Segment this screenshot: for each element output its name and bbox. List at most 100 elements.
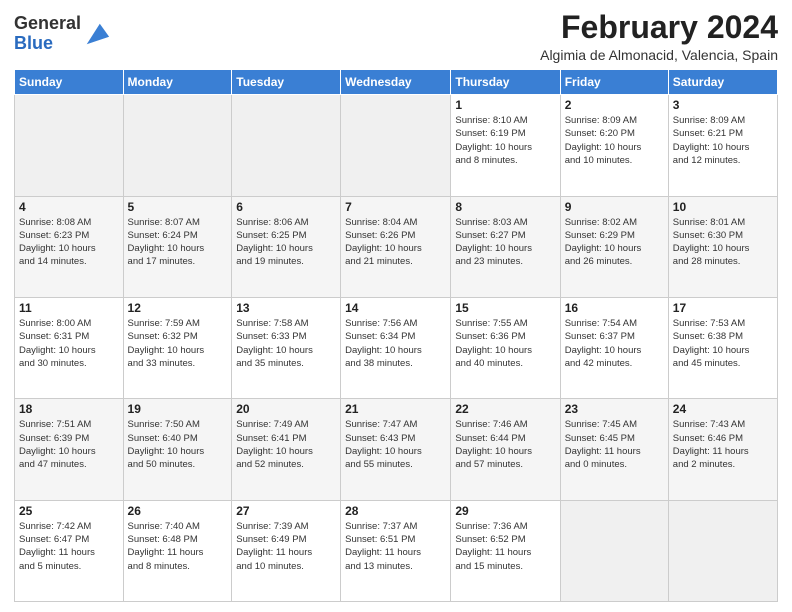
day-number: 7 [345, 200, 446, 214]
day-info: Sunrise: 7:46 AM Sunset: 6:44 PM Dayligh… [455, 418, 555, 471]
col-saturday: Saturday [668, 70, 777, 95]
col-friday: Friday [560, 70, 668, 95]
day-info: Sunrise: 7:37 AM Sunset: 6:51 PM Dayligh… [345, 520, 446, 573]
calendar-cell: 24 Sunrise: 7:43 AM Sunset: 6:46 PM Dayli… [668, 399, 777, 500]
day-number: 15 [455, 301, 555, 315]
day-info: Sunrise: 7:36 AM Sunset: 6:52 PM Dayligh… [455, 520, 555, 573]
calendar-cell [232, 95, 341, 196]
day-number: 12 [128, 301, 228, 315]
day-info: Sunrise: 7:50 AM Sunset: 6:40 PM Dayligh… [128, 418, 228, 471]
calendar-table: Sunday Monday Tuesday Wednesday Thursday… [14, 69, 778, 602]
day-info: Sunrise: 8:00 AM Sunset: 6:31 PM Dayligh… [19, 317, 119, 370]
col-tuesday: Tuesday [232, 70, 341, 95]
calendar-cell: 23Sunrise: 7:45 AM Sunset: 6:45 PM Dayli… [560, 399, 668, 500]
day-number: 5 [128, 200, 228, 214]
calendar-cell: 13 Sunrise: 7:58 AM Sunset: 6:33 PM Dayli… [232, 297, 341, 398]
calendar-cell: 3 Sunrise: 8:09 AM Sunset: 6:21 PM Daylig… [668, 95, 777, 196]
calendar-cell: 22 Sunrise: 7:46 AM Sunset: 6:44 PM Dayli… [451, 399, 560, 500]
day-number: 20 [236, 402, 336, 416]
calendar-cell: 28Sunrise: 7:37 AM Sunset: 6:51 PM Dayli… [341, 500, 451, 601]
calendar-cell: 17 Sunrise: 7:53 AM Sunset: 6:38 PM Dayli… [668, 297, 777, 398]
day-info: Sunrise: 7:53 AM Sunset: 6:38 PM Dayligh… [673, 317, 773, 370]
calendar-cell: 8 Sunrise: 8:03 AM Sunset: 6:27 PM Daylig… [451, 196, 560, 297]
day-info: Sunrise: 7:55 AM Sunset: 6:36 PM Dayligh… [455, 317, 555, 370]
day-number: 14 [345, 301, 446, 315]
calendar-header-row: Sunday Monday Tuesday Wednesday Thursday… [15, 70, 778, 95]
day-info: Sunrise: 7:43 AM Sunset: 6:46 PM Dayligh… [673, 418, 773, 471]
day-number: 1 [455, 98, 555, 112]
day-number: 16 [565, 301, 664, 315]
calendar-cell: 5 Sunrise: 8:07 AM Sunset: 6:24 PM Daylig… [123, 196, 232, 297]
day-number: 19 [128, 402, 228, 416]
calendar-cell: 16 Sunrise: 7:54 AM Sunset: 6:37 PM Dayli… [560, 297, 668, 398]
day-info: Sunrise: 8:02 AM Sunset: 6:29 PM Dayligh… [565, 216, 664, 269]
calendar-cell: 11Sunrise: 8:00 AM Sunset: 6:31 PM Dayli… [15, 297, 124, 398]
day-number: 3 [673, 98, 773, 112]
calendar-cell [15, 95, 124, 196]
day-info: Sunrise: 7:51 AM Sunset: 6:39 PM Dayligh… [19, 418, 119, 471]
title-block: February 2024 Algimia de Almonacid, Vale… [540, 10, 778, 63]
day-info: Sunrise: 7:47 AM Sunset: 6:43 PM Dayligh… [345, 418, 446, 471]
calendar-cell: 27Sunrise: 7:39 AM Sunset: 6:49 PM Dayli… [232, 500, 341, 601]
logo-text: General Blue [14, 14, 81, 54]
calendar-cell: 2 Sunrise: 8:09 AM Sunset: 6:20 PM Daylig… [560, 95, 668, 196]
calendar-cell: 25 Sunrise: 7:42 AM Sunset: 6:47 PM Dayli… [15, 500, 124, 601]
calendar-cell: 26 Sunrise: 7:40 AM Sunset: 6:48 PM Dayli… [123, 500, 232, 601]
page: General Blue February 2024 Algimia de Al… [0, 0, 792, 612]
day-info: Sunrise: 8:04 AM Sunset: 6:26 PM Dayligh… [345, 216, 446, 269]
day-number: 18 [19, 402, 119, 416]
day-number: 17 [673, 301, 773, 315]
day-info: Sunrise: 8:03 AM Sunset: 6:27 PM Dayligh… [455, 216, 555, 269]
calendar-week-1: 1 Sunrise: 8:10 AM Sunset: 6:19 PM Daylig… [15, 95, 778, 196]
day-number: 29 [455, 504, 555, 518]
calendar-cell: 9 Sunrise: 8:02 AM Sunset: 6:29 PM Daylig… [560, 196, 668, 297]
day-number: 4 [19, 200, 119, 214]
day-number: 21 [345, 402, 446, 416]
calendar-cell: 20Sunrise: 7:49 AM Sunset: 6:41 PM Dayli… [232, 399, 341, 500]
calendar-cell: 15 Sunrise: 7:55 AM Sunset: 6:36 PM Dayli… [451, 297, 560, 398]
calendar-cell: 1 Sunrise: 8:10 AM Sunset: 6:19 PM Daylig… [451, 95, 560, 196]
day-number: 24 [673, 402, 773, 416]
day-number: 26 [128, 504, 228, 518]
calendar-cell: 18 Sunrise: 7:51 AM Sunset: 6:39 PM Dayli… [15, 399, 124, 500]
day-info: Sunrise: 8:09 AM Sunset: 6:21 PM Dayligh… [673, 114, 773, 167]
calendar-cell [560, 500, 668, 601]
calendar-cell: 21 Sunrise: 7:47 AM Sunset: 6:43 PM Dayli… [341, 399, 451, 500]
logo-icon [83, 20, 111, 48]
location: Algimia de Almonacid, Valencia, Spain [540, 47, 778, 63]
calendar-cell [123, 95, 232, 196]
calendar-week-5: 25 Sunrise: 7:42 AM Sunset: 6:47 PM Dayli… [15, 500, 778, 601]
logo: General Blue [14, 14, 111, 54]
calendar-cell: 29 Sunrise: 7:36 AM Sunset: 6:52 PM Dayli… [451, 500, 560, 601]
calendar-cell: 10Sunrise: 8:01 AM Sunset: 6:30 PM Dayli… [668, 196, 777, 297]
day-info: Sunrise: 7:45 AM Sunset: 6:45 PM Dayligh… [565, 418, 664, 471]
day-number: 22 [455, 402, 555, 416]
day-info: Sunrise: 8:01 AM Sunset: 6:30 PM Dayligh… [673, 216, 773, 269]
calendar-cell: 4 Sunrise: 8:08 AM Sunset: 6:23 PM Daylig… [15, 196, 124, 297]
day-info: Sunrise: 7:42 AM Sunset: 6:47 PM Dayligh… [19, 520, 119, 573]
day-info: Sunrise: 7:56 AM Sunset: 6:34 PM Dayligh… [345, 317, 446, 370]
day-info: Sunrise: 8:08 AM Sunset: 6:23 PM Dayligh… [19, 216, 119, 269]
day-number: 13 [236, 301, 336, 315]
day-number: 27 [236, 504, 336, 518]
day-number: 25 [19, 504, 119, 518]
day-info: Sunrise: 7:54 AM Sunset: 6:37 PM Dayligh… [565, 317, 664, 370]
day-info: Sunrise: 8:09 AM Sunset: 6:20 PM Dayligh… [565, 114, 664, 167]
day-info: Sunrise: 8:07 AM Sunset: 6:24 PM Dayligh… [128, 216, 228, 269]
day-number: 2 [565, 98, 664, 112]
day-number: 9 [565, 200, 664, 214]
day-number: 8 [455, 200, 555, 214]
calendar-cell: 6Sunrise: 8:06 AM Sunset: 6:25 PM Daylig… [232, 196, 341, 297]
day-info: Sunrise: 8:06 AM Sunset: 6:25 PM Dayligh… [236, 216, 336, 269]
calendar-cell: 14 Sunrise: 7:56 AM Sunset: 6:34 PM Dayli… [341, 297, 451, 398]
header: General Blue February 2024 Algimia de Al… [14, 10, 778, 63]
day-info: Sunrise: 7:40 AM Sunset: 6:48 PM Dayligh… [128, 520, 228, 573]
col-sunday: Sunday [15, 70, 124, 95]
calendar-week-3: 11Sunrise: 8:00 AM Sunset: 6:31 PM Dayli… [15, 297, 778, 398]
calendar-cell [668, 500, 777, 601]
calendar-week-2: 4 Sunrise: 8:08 AM Sunset: 6:23 PM Daylig… [15, 196, 778, 297]
day-info: Sunrise: 8:10 AM Sunset: 6:19 PM Dayligh… [455, 114, 555, 167]
day-info: Sunrise: 7:58 AM Sunset: 6:33 PM Dayligh… [236, 317, 336, 370]
day-info: Sunrise: 7:59 AM Sunset: 6:32 PM Dayligh… [128, 317, 228, 370]
col-monday: Monday [123, 70, 232, 95]
